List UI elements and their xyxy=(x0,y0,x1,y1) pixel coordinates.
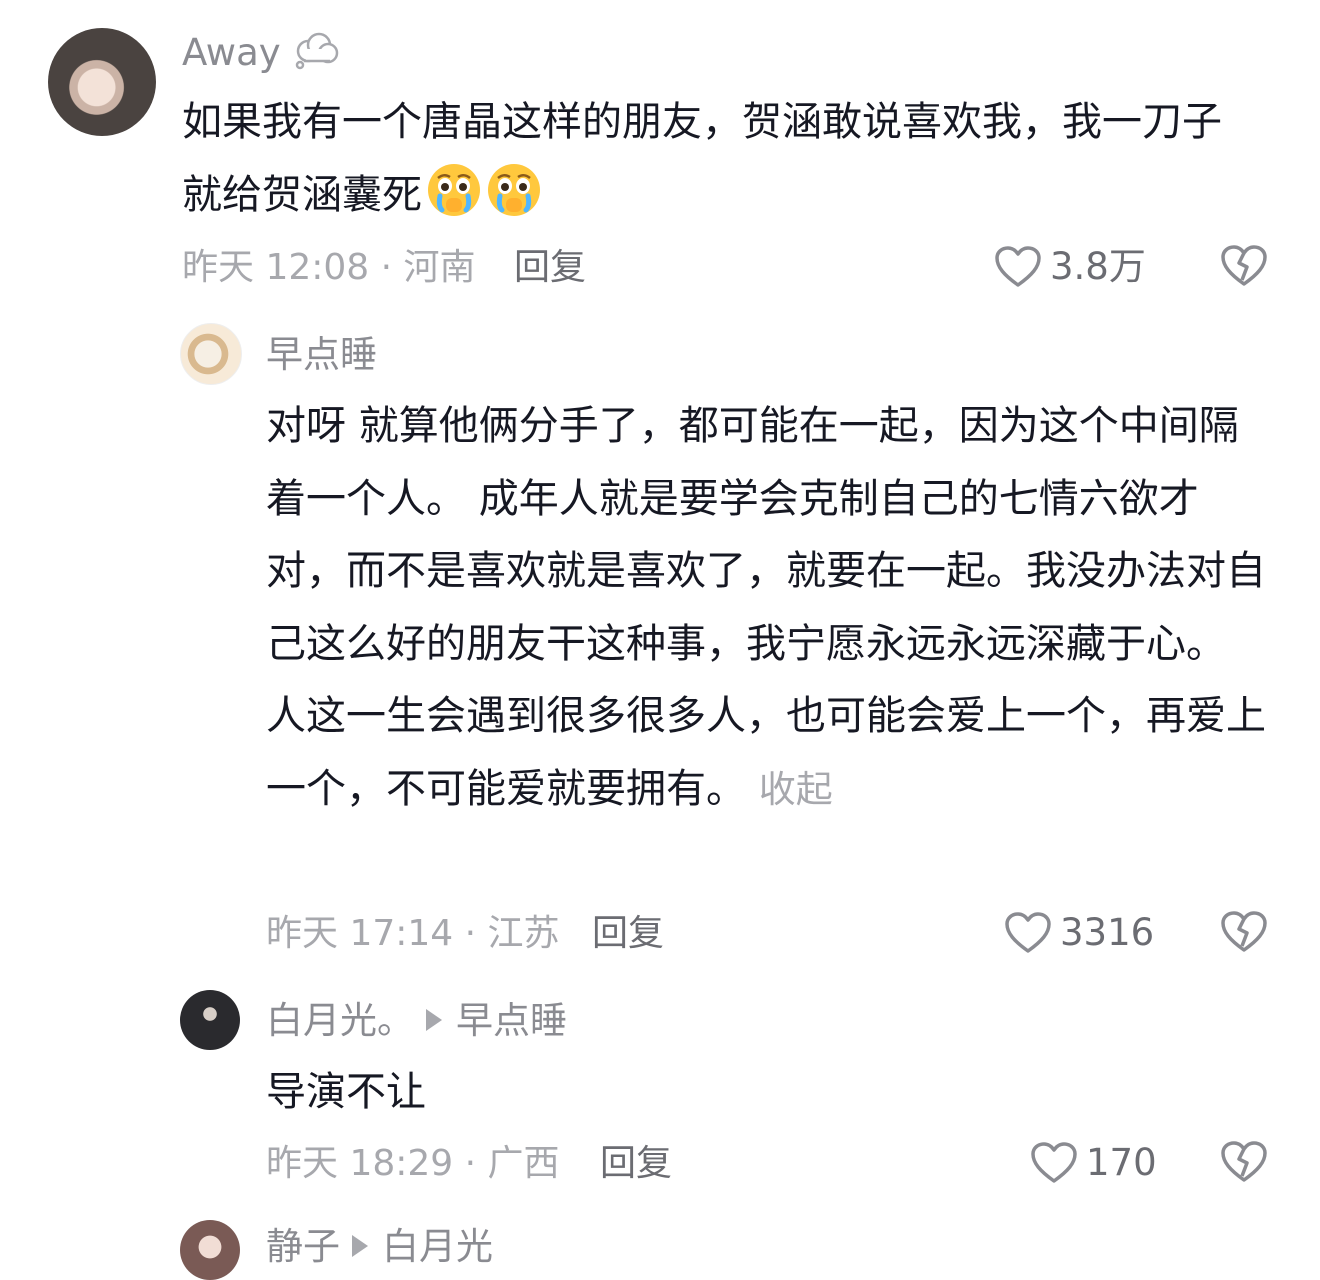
dislike-button[interactable] xyxy=(1220,1140,1268,1188)
collapse-link[interactable]: 收起 xyxy=(759,768,833,811)
dislike-button[interactable] xyxy=(1220,244,1268,292)
comment-author[interactable]: Away xyxy=(182,30,340,76)
reply-to-author[interactable]: 白月光 xyxy=(382,1225,493,1268)
like-count: 3316 xyxy=(1060,911,1155,954)
comment-author-line: 白月光。 早点睡 xyxy=(266,998,567,1044)
broken-heart-icon xyxy=(1221,245,1267,286)
like-button[interactable]: 3.8万 xyxy=(994,244,1146,290)
avatar[interactable] xyxy=(180,323,242,385)
comment-author-line: 静子 白月光 xyxy=(266,1224,493,1270)
reply-arrow-icon xyxy=(352,1235,368,1257)
comment-time-location: 昨天 12:08 · 河南 xyxy=(182,247,476,288)
dislike-button[interactable] xyxy=(1220,910,1268,958)
reply-button[interactable]: 回复 xyxy=(514,246,586,290)
heart-icon xyxy=(1031,1142,1077,1183)
broken-heart-icon xyxy=(1221,911,1267,952)
like-count: 170 xyxy=(1086,1141,1157,1184)
comment-time-location: 昨天 18:29 · 广西 xyxy=(266,1143,560,1184)
avatar[interactable] xyxy=(180,990,240,1050)
comment-text: 导演不让 xyxy=(266,1069,426,1115)
comment-author[interactable]: 早点睡 xyxy=(266,332,377,378)
avatar[interactable] xyxy=(180,1220,240,1280)
broken-heart-icon xyxy=(1221,1141,1267,1182)
like-button[interactable]: 3316 xyxy=(1004,910,1154,956)
comment-text: 对呀 就算他俩分手了，都可能在一起，因为这个中间隔着一个人。 成年人就是要学会克… xyxy=(266,403,1266,812)
crying-face-emoji xyxy=(486,162,542,218)
like-count: 3.8万 xyxy=(1050,245,1146,288)
crying-face-emoji xyxy=(426,162,482,218)
reply-arrow-icon xyxy=(426,1009,442,1031)
reply-to-author[interactable]: 早点睡 xyxy=(456,999,567,1042)
reply-button[interactable]: 回复 xyxy=(600,1142,672,1186)
comment-time-location: 昨天 17:14 · 江苏 xyxy=(266,913,560,954)
avatar[interactable] xyxy=(48,28,156,136)
reply-button[interactable]: 回复 xyxy=(592,912,664,956)
cloud-icon xyxy=(296,32,339,70)
heart-icon xyxy=(1005,912,1051,953)
like-button[interactable]: 170 xyxy=(1030,1140,1157,1186)
comment-author[interactable]: 静子 xyxy=(266,1225,340,1268)
heart-icon xyxy=(995,246,1041,287)
comment-author[interactable]: 白月光。 xyxy=(266,999,414,1042)
comment-text: 如果我有一个唐晶这样的朋友，贺涵敢说喜欢我，我一刀子就给贺涵囊死 xyxy=(182,99,1222,218)
